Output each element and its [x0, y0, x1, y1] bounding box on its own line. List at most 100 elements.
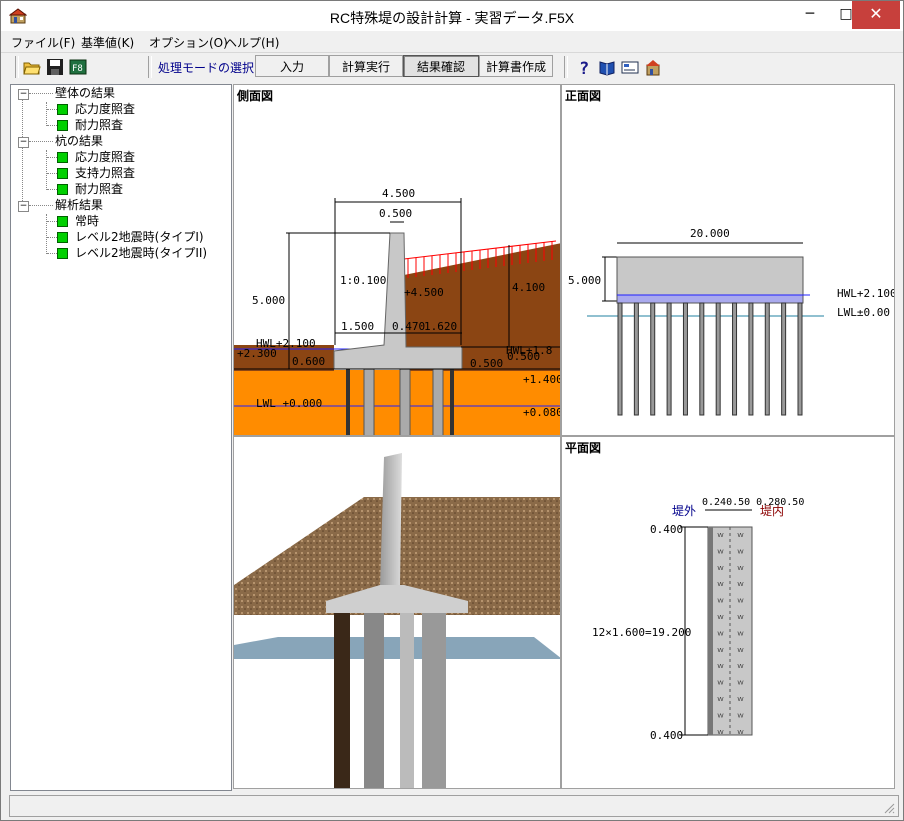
plan-wall: [708, 527, 713, 735]
plan-pile-mark: ｗ: [717, 728, 724, 736]
front-view-drawing: 20.000 5.000 HWL+2.100 LWL±0.00: [568, 227, 894, 416]
plan-pile-mark: ｗ: [717, 695, 724, 703]
plan-top-dims: 0.240.50 0.280.50: [702, 497, 804, 508]
building-icon[interactable]: [644, 58, 662, 76]
plan-pile-mark: ｗ: [717, 646, 724, 654]
side-view-panel: 側面図 4.500 0.500 5.000 1:0.100 1.500 0.47…: [233, 84, 561, 436]
plan-pile-mark: ｗ: [737, 547, 744, 555]
front-pile: [666, 302, 672, 416]
mode-results-button[interactable]: 結果確認: [403, 55, 479, 77]
pile-3d: [400, 613, 414, 788]
tree-group-pile[interactable]: 杭の結果: [55, 133, 103, 149]
plan-middle: 12×1.600=19.200: [592, 626, 691, 639]
menu-file[interactable]: ファイル(F): [11, 34, 75, 51]
leaf-icon: [57, 216, 68, 227]
tree-item-wall-stress[interactable]: 応力度照査: [57, 101, 135, 117]
toolbar-separator: [15, 56, 19, 78]
dim-footing: 0.600: [292, 355, 325, 368]
tree-item-pile-bearing[interactable]: 支持力照査: [57, 165, 135, 181]
dim-right-1: 0.500: [507, 350, 540, 363]
leaf-icon: [57, 232, 68, 243]
open-folder-icon[interactable]: [23, 58, 41, 76]
mode-input-button[interactable]: 入力: [255, 55, 329, 77]
book-icon[interactable]: [598, 58, 616, 76]
collapse-toggle[interactable]: −: [18, 89, 29, 100]
tree-item-wall-strength[interactable]: 耐力照査: [57, 117, 123, 133]
toolbar-separator: [564, 56, 568, 78]
plan-pile-mark: ｗ: [737, 662, 744, 670]
front-piles: [617, 302, 803, 416]
water-3d: [234, 637, 560, 659]
tree-item-level2-type2[interactable]: レベル2地震時(タイプII): [57, 245, 207, 261]
title-bar: RC特殊堤の設計計算 - 実習データ.F5X ─ □ ✕: [1, 1, 903, 31]
tree-line: [29, 93, 53, 94]
plan-pile-mark: ｗ: [717, 580, 724, 588]
tree-item-level2-type1[interactable]: レベル2地震時(タイプI): [57, 229, 204, 245]
tree-line: [46, 150, 47, 190]
close-button[interactable]: ✕: [852, 1, 900, 29]
menu-help[interactable]: ヘルプ(H): [225, 34, 279, 51]
front-wall: [616, 256, 804, 301]
tree-line: [22, 99, 23, 209]
mode-calculate-button[interactable]: 計算実行: [329, 55, 403, 77]
card-icon[interactable]: [621, 58, 639, 76]
tree-group-wall[interactable]: 壁体の結果: [55, 85, 115, 101]
dim-right-height: 4.100: [512, 281, 545, 294]
tree-line: [47, 173, 57, 174]
front-pile: [682, 302, 688, 416]
mode-report-button[interactable]: 計算書作成: [479, 55, 553, 77]
plan-pile-mark: ｗ: [737, 711, 744, 719]
plan-pile-mark: ｗ: [717, 662, 724, 670]
plan-pile-mark: ｗ: [717, 547, 724, 555]
export-icon[interactable]: F8: [69, 58, 87, 76]
front-pile: [715, 302, 721, 416]
front-view-panel: 正面図 20.000 5.000 HWL+2.100 LWL±0.00: [561, 84, 895, 436]
plan-pile-mark: ｗ: [737, 679, 744, 687]
front-pile: [617, 302, 623, 416]
plan-pile-mark: ｗ: [737, 695, 744, 703]
tree-item-label: 常時: [75, 214, 100, 228]
results-tree[interactable]: − 壁体の結果 応力度照査 耐力照査 − 杭の結果 応力度照査 支持力照査 耐力…: [10, 84, 232, 791]
plan-pile-mark: ｗ: [737, 564, 744, 572]
window-title: RC特殊堤の設計計算 - 実習データ.F5X: [329, 10, 575, 26]
tree-line: [47, 189, 57, 190]
wall-3d: [380, 453, 402, 587]
collapse-toggle[interactable]: −: [18, 201, 29, 212]
dim-toe: 1.500: [341, 320, 374, 333]
help-icon[interactable]: ?: [576, 58, 594, 76]
tree-item-label: 応力度照査: [75, 102, 136, 116]
dim-total-width: 4.500: [382, 187, 415, 200]
resize-grip-icon[interactable]: [883, 802, 895, 814]
save-icon[interactable]: [46, 58, 64, 76]
tree-line: [47, 253, 57, 254]
front-width: 20.000: [690, 227, 730, 240]
front-pile: [699, 302, 705, 416]
menu-options[interactable]: オプション(O): [149, 34, 228, 51]
menu-bar: ファイル(F) 基準値(K) オプション(O) ヘルプ(H): [1, 31, 903, 51]
plan-pile-mark: ｗ: [717, 597, 724, 605]
leaf-icon: [57, 248, 68, 259]
toolbar-separator: [148, 56, 152, 78]
leaf-icon: [57, 120, 68, 131]
dim-mid: 0.470: [392, 320, 425, 333]
leaf-icon: [57, 184, 68, 195]
front-view-title: 正面図: [565, 89, 602, 103]
tree-group-analysis[interactable]: 解析結果: [55, 197, 103, 213]
tree-line: [29, 141, 53, 142]
tree-line: [46, 214, 47, 254]
front-pile: [797, 302, 803, 416]
plan-pile-mark: ｗ: [737, 580, 744, 588]
dim-top-width: 0.500: [379, 207, 412, 220]
tree-item-label: レベル2地震時(タイプII): [75, 246, 208, 260]
svg-text:F8: F8: [72, 64, 83, 74]
tree-item-pile-strength[interactable]: 耐力照査: [57, 181, 123, 197]
tree-item-pile-stress[interactable]: 応力度照査: [57, 149, 135, 165]
collapse-toggle[interactable]: −: [18, 137, 29, 148]
tree-item-normal[interactable]: 常時: [57, 213, 99, 229]
tree-line: [29, 205, 53, 206]
dim-heel: 1.620: [424, 320, 457, 333]
plan-pile-mark: ｗ: [737, 728, 744, 736]
front-pile: [633, 302, 639, 416]
menu-standards[interactable]: 基準値(K): [81, 34, 134, 51]
side-view-title: 側面図: [237, 89, 274, 103]
